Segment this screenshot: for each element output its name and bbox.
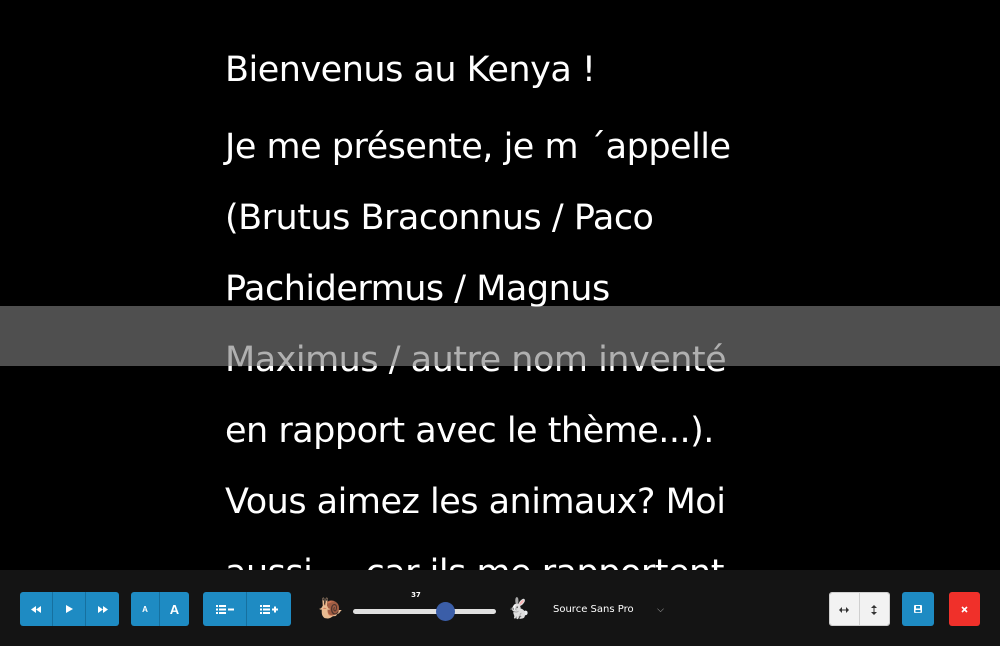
fast-forward-button[interactable] [86, 592, 119, 626]
script-text: Bienvenus au Kenya ! Je me présente, je … [225, 42, 805, 570]
save-control [902, 592, 934, 626]
script-line: Maximus / autre nom inventé [225, 340, 727, 380]
teleprompter-stage: Bienvenus au Kenya ! Je me présente, je … [0, 0, 1000, 570]
control-toolbar: A A 🐌 37 🐇 Source Sans Pro ⌵ [0, 570, 1000, 646]
increase-text-size-button[interactable]: A [160, 592, 189, 626]
script-body: Je me présente, je m ´appelle (Brutus Br… [225, 112, 805, 570]
chevron-down-icon: ⌵ [657, 605, 664, 615]
save-button[interactable] [902, 592, 934, 626]
decrease-text-size-button[interactable]: A [131, 592, 160, 626]
play-button[interactable] [53, 592, 86, 626]
rewind-icon [31, 605, 41, 613]
close-button[interactable] [949, 592, 980, 626]
font-select-value: Source Sans Pro [553, 604, 634, 615]
rabbit-icon: 🐇 [506, 596, 531, 620]
horizontal-mirror-button[interactable] [830, 593, 860, 625]
script-line: Je me présente, je m ´appelle [225, 127, 731, 167]
decrease-line-spacing-button[interactable] [203, 592, 247, 626]
save-icon [914, 605, 922, 613]
fast-forward-icon [97, 605, 108, 613]
increase-line-spacing-icon [260, 604, 278, 614]
decrease-line-spacing-icon [215, 604, 234, 614]
script-line: Vous aimez les animaux? Moi [225, 482, 726, 522]
close-icon [961, 605, 968, 613]
script-line: en rapport avec le thème...). [225, 411, 714, 451]
script-title: Bienvenus au Kenya ! [225, 50, 596, 90]
rewind-button[interactable] [20, 592, 53, 626]
speed-control: 🐌 37 🐇 [318, 591, 531, 624]
increase-line-spacing-button[interactable] [247, 592, 291, 626]
font-family-select[interactable]: Source Sans Pro ⌵ [553, 599, 667, 621]
script-line: aussi ... car ils me rapportent [225, 538, 805, 570]
line-spacing-controls [203, 592, 291, 626]
orientation-controls [829, 592, 890, 626]
speed-slider-track[interactable] [353, 609, 496, 614]
text-size-controls: A A [131, 592, 189, 626]
playback-controls [20, 592, 119, 626]
horizontal-arrow-icon [839, 607, 850, 613]
play-icon [65, 605, 73, 613]
vertical-arrow-icon [871, 605, 878, 615]
script-line: (Brutus Braconnus / Paco [225, 198, 654, 238]
vertical-mirror-button[interactable] [859, 593, 889, 625]
script-line: Pachidermus / Magnus [225, 269, 610, 309]
close-control [949, 592, 980, 626]
speed-slider-thumb[interactable] [436, 602, 456, 621]
speed-value: 37 [411, 591, 421, 599]
snail-icon: 🐌 [318, 596, 343, 620]
